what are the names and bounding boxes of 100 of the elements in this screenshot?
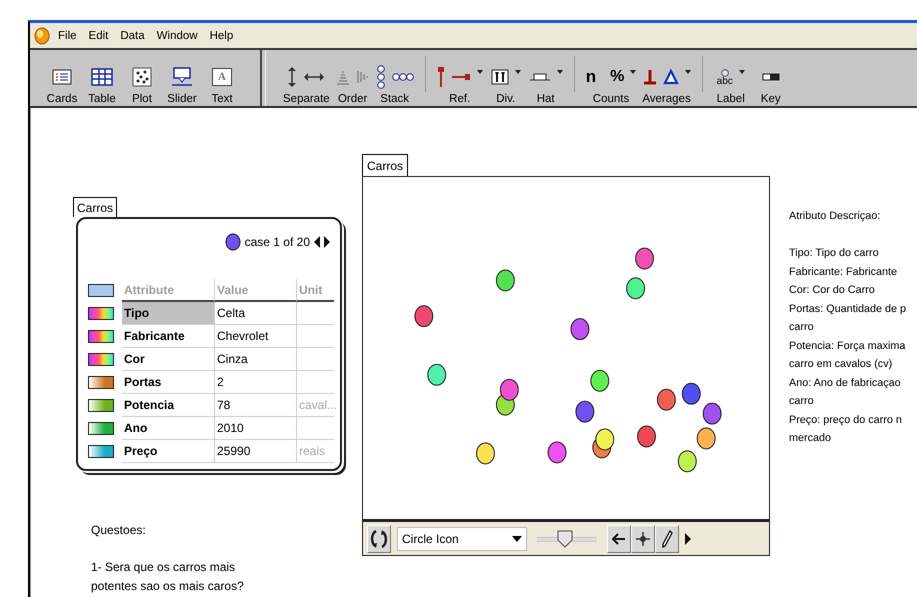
description-line: carro: [789, 320, 815, 335]
menu-item[interactable]: Window: [150, 28, 204, 44]
separate-tool-button[interactable]: Separate: [280, 64, 333, 105]
attribute-unit: caval...: [296, 394, 334, 417]
dropdown-arrow-icon[interactable]: [512, 536, 522, 542]
slider-tool-button[interactable]: Slider: [162, 64, 202, 105]
caret-icon[interactable]: [476, 70, 483, 74]
stack-tool-button[interactable]: Stack: [372, 64, 417, 105]
caret-icon[interactable]: [630, 70, 636, 74]
text-icon: A: [212, 68, 232, 86]
questions-heading: Questoes:: [91, 522, 147, 539]
previous-case-icon[interactable]: [314, 236, 320, 248]
column-header: Value: [214, 279, 296, 302]
unit-cell: [296, 325, 334, 348]
mix-up-button[interactable]: [367, 524, 391, 552]
crosshair-icon: [636, 532, 650, 546]
icon-type-dropdown[interactable]: Circle Icon: [397, 526, 527, 550]
back-arrow-button[interactable]: [607, 524, 631, 552]
caret-icon[interactable]: [514, 70, 521, 74]
attribute-value: Chevrolet: [214, 325, 296, 348]
reference-tool-button[interactable]: Ref.: [434, 64, 486, 105]
hat-icon: [528, 72, 551, 82]
counts-tool-button[interactable]: n % Counts: [582, 64, 640, 105]
horizontal-arrow-icon: [303, 72, 326, 82]
menu-item[interactable]: File: [52, 28, 83, 44]
description-line: Potencia: Força maxima: [789, 338, 906, 354]
slider-icon: [171, 67, 193, 87]
description-heading: Atributo Descriçao:: [789, 209, 882, 224]
vertical-circles-icon: [376, 65, 386, 89]
description-line: Tipo: Tipo do carro: [789, 246, 880, 261]
description-line: carro: [789, 394, 815, 409]
attribute-name[interactable]: Ano: [122, 417, 214, 440]
attribute-value: 2010: [214, 417, 296, 440]
unit-cell: [296, 371, 334, 394]
description-line: Portas: Quantidade de p: [789, 302, 906, 316]
vertical-pin-icon: [436, 66, 445, 88]
caret-icon[interactable]: [738, 70, 745, 74]
label-tool-button[interactable]: abc Label: [710, 64, 751, 105]
menu-item[interactable]: Data: [114, 28, 151, 44]
plot-tool-button[interactable]: Plot: [122, 64, 162, 105]
left-arrow-icon: [612, 532, 626, 544]
description-line: mercado: [789, 431, 832, 446]
curved-arrows-icon: [370, 528, 388, 548]
app-logo-icon: [34, 26, 50, 44]
attribute-value: Cinza: [214, 348, 296, 371]
table-icon: [91, 68, 113, 86]
horizontal-pin-icon: [450, 73, 471, 81]
column-header: Unit: [296, 279, 334, 302]
description-line: Preço: preço do carro n: [789, 412, 903, 428]
menu-item[interactable]: Edit: [82, 28, 114, 44]
key-icon: [762, 73, 780, 81]
order-tool-button[interactable]: Order: [332, 64, 373, 105]
table-tool-button[interactable]: Table: [82, 64, 122, 105]
horizontal-circles-icon: [392, 72, 414, 82]
divider-box-icon: [490, 69, 509, 85]
divider-tool-button[interactable]: Div.: [486, 64, 526, 105]
caret-icon[interactable]: [684, 70, 690, 74]
unit-cell: [296, 348, 334, 371]
plot-title-tab[interactable]: Carros: [362, 154, 408, 176]
cards-tool-button[interactable]: Cards: [42, 64, 82, 105]
question-text: 1- Sera que os carros mais potentes sao os mais caros?: [91, 559, 245, 594]
unit-cell: [296, 417, 334, 440]
attribute-value: 25990: [214, 440, 296, 463]
pencil-button[interactable]: [655, 524, 679, 552]
caret-icon[interactable]: [556, 70, 563, 74]
averages-tool-button[interactable]: Averages: [639, 64, 694, 105]
vertical-lines-icon: [356, 69, 370, 85]
attribute-name[interactable]: Tipo: [122, 302, 214, 325]
cards-icon: [52, 69, 72, 85]
vertical-arrow-icon: [287, 66, 298, 88]
card-title-tab[interactable]: Carros: [73, 197, 118, 217]
slider-thumb[interactable]: [556, 530, 573, 548]
attribute-name[interactable]: Cor: [122, 348, 214, 371]
attribute-name[interactable]: Portas: [122, 371, 214, 394]
attribute-name[interactable]: Preço: [122, 440, 214, 463]
stacked-lines-icon: [336, 69, 350, 85]
count-symbol: n: [586, 67, 596, 87]
attribute-name[interactable]: Potencia: [122, 394, 214, 417]
next-case-icon[interactable]: [324, 236, 330, 248]
triangle-icon: [662, 69, 678, 85]
attribute-value: 2: [214, 371, 296, 394]
text-tool-button[interactable]: A Text: [202, 64, 242, 105]
unit-cell: [296, 302, 334, 325]
description-line: Ano: Ano de fabricaçao: [789, 376, 902, 390]
attribute-value: Celta: [214, 302, 296, 325]
description-line: Cor: Cor do Carro: [789, 283, 876, 298]
case-counter: case 1 of 20: [244, 235, 310, 249]
crosshair-button[interactable]: [631, 524, 655, 552]
header-swatch: [88, 284, 114, 297]
attribute-unit: reais: [296, 440, 334, 463]
description-line: carro em cavalos (cv): [789, 357, 894, 372]
attribute-color-swatch: [88, 307, 114, 320]
attribute-value: 78: [214, 394, 296, 417]
menu-item[interactable]: Help: [204, 28, 240, 44]
expand-triangle-icon[interactable]: [685, 532, 691, 544]
attribute-name[interactable]: Fabricante: [122, 325, 214, 348]
attribute-color-swatch: [88, 330, 114, 343]
hat-tool-button[interactable]: Hat: [526, 64, 566, 105]
mean-marker-icon: [642, 69, 656, 85]
key-tool-button[interactable]: Key: [750, 64, 791, 105]
